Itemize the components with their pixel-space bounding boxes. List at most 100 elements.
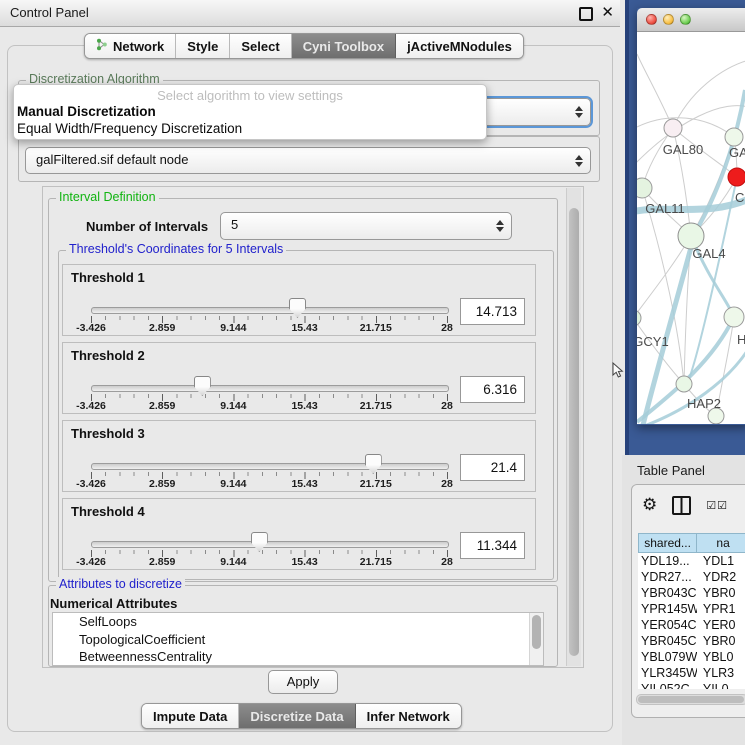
- slider-thumb[interactable]: [251, 532, 268, 552]
- tab-label: Select: [241, 39, 279, 54]
- slider-track[interactable]: [91, 385, 449, 392]
- number-of-intervals-combobox[interactable]: 5: [220, 212, 512, 240]
- threshold-value-field[interactable]: 21.4: [460, 454, 525, 481]
- threshold-panel: Threshold 3-3.4262.8599.14415.4321.71528…: [62, 420, 536, 492]
- attribute-item[interactable]: BetweennessCentrality: [53, 648, 543, 666]
- number-of-intervals-value: 5: [221, 213, 511, 236]
- algorithm-option[interactable]: Equal Width/Frequency Discretization: [14, 120, 486, 137]
- table-row[interactable]: YBR043CYBR0: [638, 585, 745, 601]
- table-row[interactable]: YIL052CYIL0: [638, 681, 745, 689]
- tab-cyni-toolbox[interactable]: Cyni Toolbox: [292, 34, 396, 58]
- network-canvas[interactable]: GAL80GACGAL11GAL4GCY1HHAP2: [637, 32, 745, 424]
- horizontal-scrollbar[interactable]: [636, 694, 745, 705]
- cell-name[interactable]: YBR0: [697, 585, 745, 601]
- scrollbar-thumb[interactable]: [638, 696, 744, 703]
- threshold-value-field[interactable]: 14.713: [460, 298, 525, 325]
- slider-thumb[interactable]: [194, 376, 211, 396]
- tab-jactivemnodules[interactable]: jActiveMNodules: [396, 34, 523, 58]
- float-window-icon[interactable]: [579, 7, 593, 21]
- table-row[interactable]: YBL079WYBL0: [638, 649, 745, 665]
- cell-name[interactable]: YPR1: [697, 601, 745, 617]
- zoom-traffic-light-icon[interactable]: [680, 14, 691, 25]
- close-traffic-light-icon[interactable]: [646, 14, 657, 25]
- network-node[interactable]: [724, 307, 744, 327]
- table-data-combobox[interactable]: galFiltered.sif default node: [25, 147, 591, 174]
- cell-name[interactable]: YBL0: [697, 649, 745, 665]
- tick-label: 21.715: [360, 322, 392, 334]
- slider-thumb[interactable]: [365, 454, 382, 474]
- attribute-item[interactable]: SelfLoops: [53, 613, 543, 631]
- cell-shared-name[interactable]: YPR145W: [638, 601, 697, 617]
- cell-shared-name[interactable]: YER054C: [638, 617, 697, 633]
- columns-icon[interactable]: [672, 496, 691, 515]
- table-row[interactable]: YDL19...YDL1: [638, 553, 745, 569]
- tick-label: 2.859: [149, 478, 175, 490]
- cell-shared-name[interactable]: YBR045C: [638, 633, 697, 649]
- close-icon[interactable]: ✕: [601, 0, 614, 26]
- table-row[interactable]: YLR345WYLR3: [638, 665, 745, 681]
- combo-stepper-icon: [575, 106, 583, 118]
- tab-discretize-data[interactable]: Discretize Data: [239, 704, 355, 728]
- list-scrollbar[interactable]: [529, 613, 543, 665]
- table-panel-title: Table Panel: [637, 463, 705, 478]
- tab-label: jActiveMNodules: [407, 39, 512, 54]
- column-header-shared-name[interactable]: shared...: [638, 533, 697, 553]
- table-toolbar: ⚙ ☑☑: [642, 495, 728, 515]
- attribute-item[interactable]: TopologicalCoefficient: [53, 631, 543, 649]
- cell-shared-name[interactable]: YBL079W: [638, 649, 697, 665]
- network-node[interactable]: [637, 178, 652, 198]
- cell-shared-name[interactable]: YIL052C: [638, 681, 697, 689]
- table-row[interactable]: YPR145WYPR1: [638, 601, 745, 617]
- table-row[interactable]: YBR045CYBR0: [638, 633, 745, 649]
- cell-name[interactable]: YDL1: [697, 553, 745, 569]
- slider-track[interactable]: [91, 463, 449, 470]
- network-edge[interactable]: [637, 54, 673, 128]
- network-node[interactable]: [728, 168, 745, 186]
- cell-shared-name[interactable]: YLR345W: [638, 665, 697, 681]
- tick-label: -3.426: [76, 322, 106, 334]
- cell-name[interactable]: YIL0: [697, 681, 745, 689]
- column-header-name[interactable]: na: [697, 533, 745, 553]
- network-node[interactable]: [725, 128, 743, 146]
- cell-name[interactable]: YDR2: [697, 569, 745, 585]
- algorithm-option[interactable]: Manual Discretization: [14, 103, 486, 120]
- slider-track[interactable]: [91, 541, 449, 548]
- cell-name[interactable]: YLR3: [697, 665, 745, 681]
- tab-select[interactable]: Select: [230, 34, 291, 58]
- cell-shared-name[interactable]: YDL19...: [638, 553, 697, 569]
- network-node[interactable]: [664, 119, 682, 137]
- table-row[interactable]: YDR27...YDR2: [638, 569, 745, 585]
- cell-shared-name[interactable]: YDR27...: [638, 569, 697, 585]
- scrollbar-thumb[interactable]: [569, 208, 579, 656]
- table-header-row: shared... na: [638, 533, 745, 553]
- threshold-value-field[interactable]: 11.344: [460, 532, 525, 559]
- bottom-tabbar: Impute DataDiscretize Data Infer Network: [141, 703, 462, 729]
- network-edge[interactable]: [637, 118, 734, 137]
- tab-network[interactable]: Network: [85, 34, 176, 58]
- slider-track[interactable]: [91, 307, 449, 314]
- attributes-group-title: Attributes to discretize: [56, 577, 185, 592]
- select-columns-checkboxes-icon[interactable]: ☑☑: [706, 499, 728, 512]
- tab-label: Infer Network: [367, 709, 450, 724]
- threshold-label: Threshold 2: [71, 348, 145, 363]
- network-node[interactable]: [676, 376, 692, 392]
- slider-thumb[interactable]: [289, 298, 306, 318]
- settings-gear-icon[interactable]: ⚙: [642, 495, 657, 515]
- cell-name[interactable]: YBR0: [697, 633, 745, 649]
- vertical-scrollbar[interactable]: [566, 188, 581, 666]
- slider-major-ticks: [91, 550, 448, 557]
- table-row[interactable]: YER054CYER0: [638, 617, 745, 633]
- cell-name[interactable]: YER0: [697, 617, 745, 633]
- minimize-traffic-light-icon[interactable]: [663, 14, 674, 25]
- numerical-attributes-list[interactable]: SelfLoopsTopologicalCoefficientBetweenne…: [52, 612, 544, 666]
- apply-button[interactable]: Apply: [268, 670, 338, 694]
- network-graph[interactable]: GAL80GACGAL11GAL4GCY1HHAP2: [637, 32, 745, 424]
- threshold-value-field[interactable]: 6.316: [460, 376, 525, 403]
- number-of-intervals-label: Number of Intervals: [86, 219, 208, 234]
- cell-shared-name[interactable]: YBR043C: [638, 585, 697, 601]
- tab-style[interactable]: Style: [176, 34, 230, 58]
- scrollbar-thumb[interactable]: [532, 615, 541, 649]
- tab-infer-network[interactable]: Infer Network: [356, 704, 461, 728]
- tab-impute-data[interactable]: Impute Data: [142, 704, 239, 728]
- network-node[interactable]: [637, 310, 641, 326]
